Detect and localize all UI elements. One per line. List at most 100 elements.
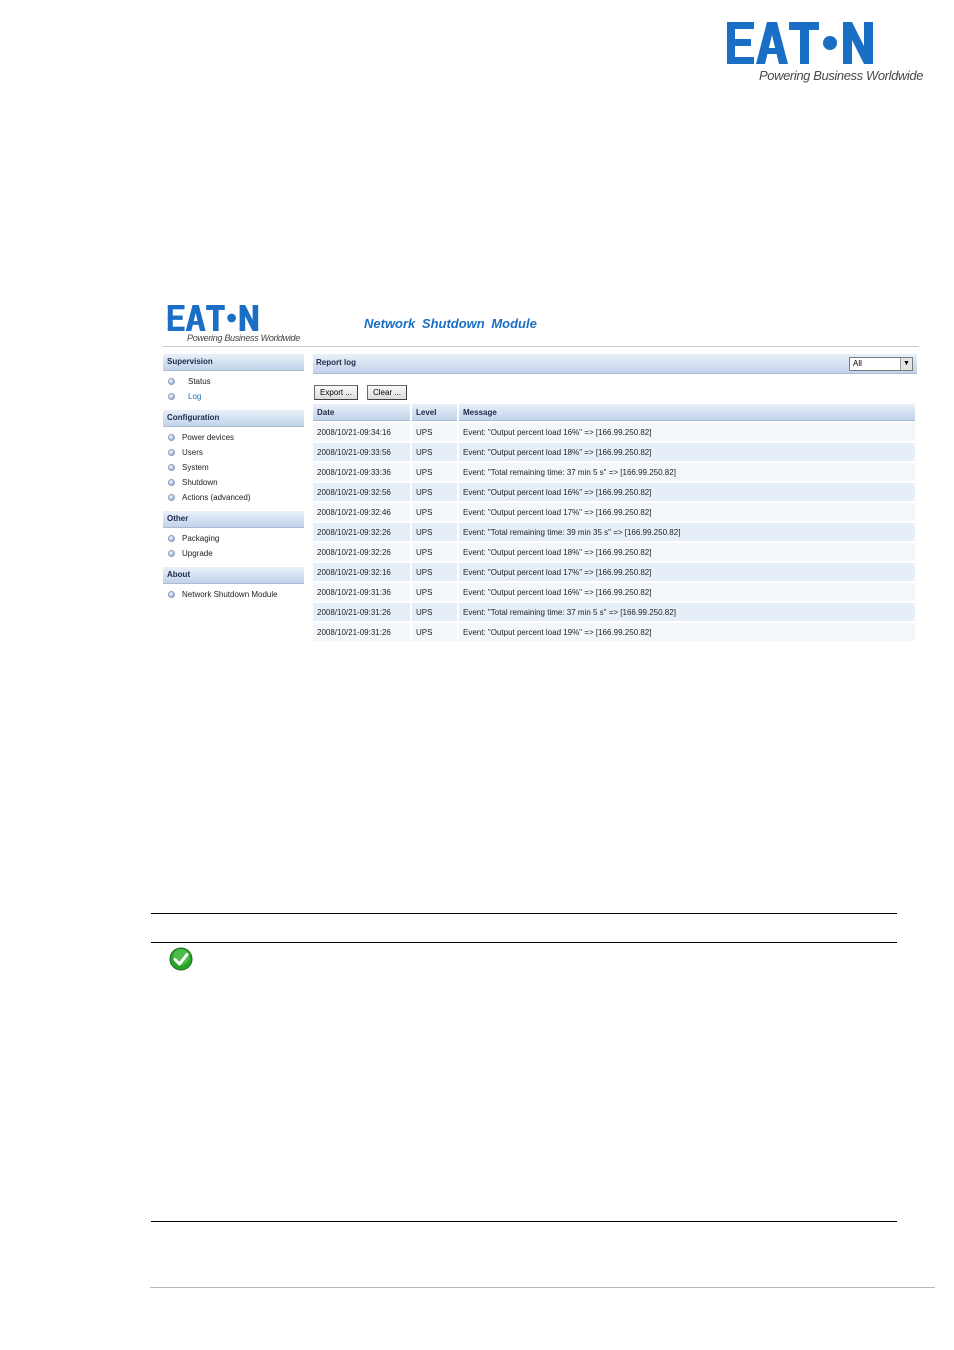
report-log-header: Report log All ▼: [313, 354, 917, 374]
sidebar-item-label: Users: [182, 448, 203, 457]
cell-level: UPS: [412, 443, 457, 461]
table-row: 2008/10/21-09:31:36 UPS Event: "Output p…: [313, 583, 915, 601]
cell-level: UPS: [412, 423, 457, 441]
sidebar-item-label: Upgrade: [182, 549, 213, 558]
cell-level: UPS: [412, 503, 457, 521]
cell-date: 2008/10/21-09:33:56: [313, 443, 410, 461]
cell-level: UPS: [412, 463, 457, 481]
table-row: 2008/10/21-09:32:56 UPS Event: "Output p…: [313, 483, 915, 501]
cell-message: Event: "Output percent load 18%" => [166…: [459, 443, 915, 461]
cell-level: UPS: [412, 563, 457, 581]
app-title: Network Shutdown Module: [364, 316, 537, 331]
column-header-message[interactable]: Message: [459, 404, 915, 421]
cell-date: 2008/10/21-09:32:26: [313, 543, 410, 561]
sidebar-section-other: Other Packaging Upgrade: [163, 511, 304, 561]
sidebar-item-label: Log: [188, 392, 202, 401]
column-header-date[interactable]: Date: [313, 404, 410, 421]
report-log-title: Report log: [316, 358, 356, 367]
sidebar-item-label: System: [182, 463, 209, 472]
note-box-header-rule: [151, 942, 897, 943]
cell-message: Event: "Output percent load 16%" => [166…: [459, 423, 915, 441]
nsm-screenshot: Powering Business Worldwide Network Shut…: [163, 297, 919, 645]
sidebar-item-shutdown[interactable]: Shutdown: [163, 475, 304, 490]
table-row: 2008/10/21-09:31:26 UPS Event: "Total re…: [313, 603, 915, 621]
bullet-icon: [168, 449, 175, 456]
cell-message: Event: "Output percent load 17%" => [166…: [459, 563, 915, 581]
sidebar-item-label: Network Shutdown Module: [182, 590, 278, 599]
cell-message: Event: "Total remaining time: 37 min 5 s…: [459, 463, 915, 481]
cell-date: 2008/10/21-09:32:46: [313, 503, 410, 521]
cell-date: 2008/10/21-09:32:16: [313, 563, 410, 581]
cell-date: 2008/10/21-09:31:26: [313, 603, 410, 621]
filter-value: All: [853, 359, 862, 368]
sidebar-item-network-shutdown-module[interactable]: Network Shutdown Module: [163, 587, 304, 602]
sidebar-item-system[interactable]: System: [163, 460, 304, 475]
cell-date: 2008/10/21-09:32:56: [313, 483, 410, 501]
clear-button[interactable]: Clear ...: [367, 385, 408, 400]
cell-level: UPS: [412, 583, 457, 601]
bullet-icon: [168, 393, 175, 400]
column-header-level[interactable]: Level: [412, 404, 457, 421]
sidebar-item-status[interactable]: Status: [163, 374, 304, 389]
cell-date: 2008/10/21-09:31:26: [313, 623, 410, 641]
bullet-icon: [168, 479, 175, 486]
sidebar-item-power-devices[interactable]: Power devices: [163, 430, 304, 445]
bullet-icon: [168, 535, 175, 542]
sidebar-item-label: Status: [188, 377, 211, 386]
sidebar: Supervision Status Log Configuration Pow…: [163, 354, 304, 608]
cell-message: Event: "Output percent load 16%" => [166…: [459, 483, 915, 501]
sidebar-heading: About: [163, 567, 304, 584]
report-log-table: Date Level Message 2008/10/21-09:34:16 U…: [311, 402, 917, 643]
table-row: 2008/10/21-09:33:56 UPS Event: "Output p…: [313, 443, 915, 461]
check-icon: [169, 947, 193, 971]
cell-message: Event: "Total remaining time: 37 min 5 s…: [459, 603, 915, 621]
bullet-icon: [168, 464, 175, 471]
table-row: 2008/10/21-09:31:26 UPS Event: "Output p…: [313, 623, 915, 641]
sidebar-item-label: Power devices: [182, 433, 235, 442]
table-row: 2008/10/21-09:32:16 UPS Event: "Output p…: [313, 563, 915, 581]
app-header: Powering Business Worldwide Network Shut…: [163, 297, 919, 347]
bullet-icon: [168, 550, 175, 557]
cell-level: UPS: [412, 483, 457, 501]
eaton-wordmark: [727, 22, 873, 64]
app-eaton-wordmark: [167, 305, 259, 331]
cell-level: UPS: [412, 623, 457, 641]
dropdown-arrow-icon: ▼: [900, 358, 912, 370]
table-row: 2008/10/21-09:33:36 UPS Event: "Total re…: [313, 463, 915, 481]
cell-date: 2008/10/21-09:34:16: [313, 423, 410, 441]
sidebar-section-configuration: Configuration Power devices Users System…: [163, 410, 304, 505]
sidebar-item-label: Shutdown: [182, 478, 218, 487]
bullet-icon: [168, 378, 175, 385]
sidebar-item-packaging[interactable]: Packaging: [163, 531, 304, 546]
cell-date: 2008/10/21-09:31:36: [313, 583, 410, 601]
sidebar-item-upgrade[interactable]: Upgrade: [163, 546, 304, 561]
cell-level: UPS: [412, 603, 457, 621]
level-filter-select[interactable]: All ▼: [849, 357, 913, 371]
bullet-icon: [168, 494, 175, 501]
eaton-tagline: Powering Business Worldwide: [759, 68, 924, 83]
table-row: 2008/10/21-09:32:46 UPS Event: "Output p…: [313, 503, 915, 521]
table-row: 2008/10/21-09:32:26 UPS Event: "Total re…: [313, 523, 915, 541]
table-row: 2008/10/21-09:34:16 UPS Event: "Output p…: [313, 423, 915, 441]
sidebar-heading: Other: [163, 511, 304, 528]
app-logo: Powering Business Worldwide: [167, 305, 300, 345]
sidebar-item-log[interactable]: Log: [163, 389, 304, 404]
sidebar-heading: Supervision: [163, 354, 304, 371]
page-footer-rule: [150, 1287, 935, 1288]
button-row: Export ... Clear ...: [313, 374, 917, 402]
eaton-logo: Powering Business Worldwide: [727, 22, 927, 86]
sidebar-section-about: About Network Shutdown Module: [163, 567, 304, 602]
cell-level: UPS: [412, 523, 457, 541]
export-button[interactable]: Export ...: [314, 385, 359, 400]
cell-message: Event: "Output percent load 17%" => [166…: [459, 503, 915, 521]
sidebar-item-actions-advanced[interactable]: Actions (advanced): [163, 490, 304, 505]
table-row: 2008/10/21-09:32:26 UPS Event: "Output p…: [313, 543, 915, 561]
main-content: Report log All ▼ Export ... Clear ... Da…: [313, 354, 917, 643]
cell-date: 2008/10/21-09:32:26: [313, 523, 410, 541]
sidebar-item-label: Packaging: [182, 534, 220, 543]
sidebar-heading: Configuration: [163, 410, 304, 427]
note-box-top-rule: [151, 913, 897, 914]
bullet-icon: [168, 434, 175, 441]
cell-date: 2008/10/21-09:33:36: [313, 463, 410, 481]
sidebar-item-users[interactable]: Users: [163, 445, 304, 460]
